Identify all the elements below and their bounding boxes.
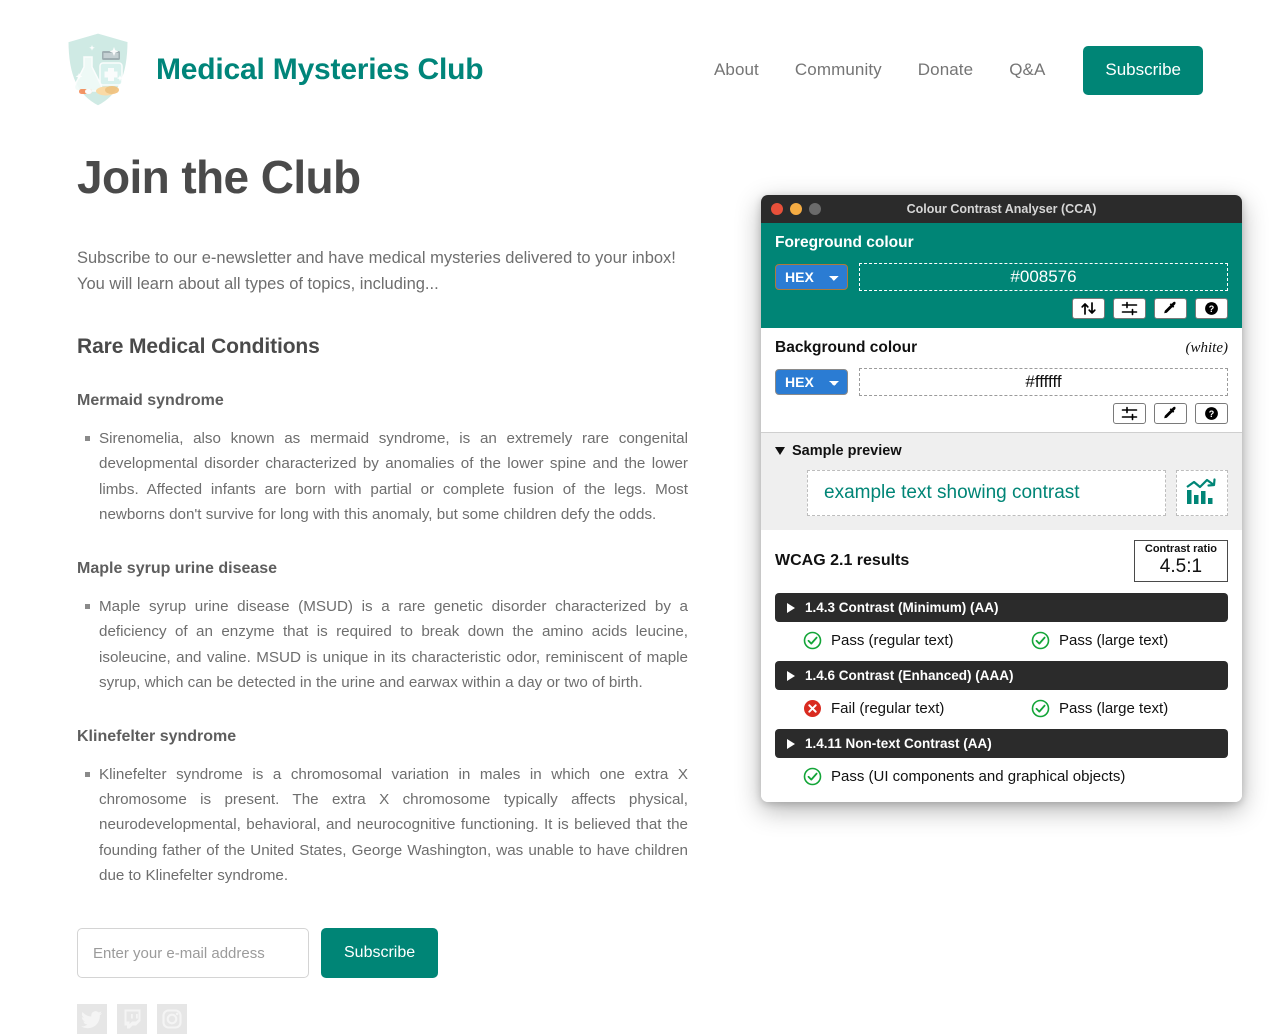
condition-title-klinefelter-syndrome: Klinefelter syndrome — [77, 728, 237, 745]
nav-link-community[interactable]: Community — [777, 60, 900, 80]
list-item: Maple syrup urine disease (MSUD) is a ra… — [85, 594, 688, 695]
social-links — [77, 1004, 688, 1034]
cca-titlebar[interactable]: Colour Contrast Analyser (CCA) — [761, 195, 1242, 223]
close-traffic-light-icon[interactable] — [771, 203, 783, 215]
svg-text:?: ? — [1209, 409, 1215, 419]
result-label: Pass (regular text) — [831, 632, 954, 650]
contrast-ratio-label: Contrast ratio — [1144, 543, 1217, 555]
brand[interactable]: Medical Mysteries Club — [62, 29, 696, 111]
nav-link-qa[interactable]: Q&A — [991, 60, 1063, 80]
result-label: Pass (UI components and graphical object… — [831, 768, 1126, 786]
sample-preview-toggle[interactable]: Sample preview — [775, 443, 1228, 459]
background-actions: ? — [775, 403, 1228, 424]
main-nav: About Community Donate Q&A Subscribe — [696, 45, 1203, 95]
newsletter-form: Subscribe — [77, 928, 688, 979]
maximize-traffic-light-icon[interactable] — [809, 203, 821, 215]
list-item: Klinefelter syndrome is a chromosomal va… — [85, 762, 688, 888]
intro-paragraph: Subscribe to our e-newsletter and have m… — [77, 249, 676, 293]
result-pass-regular-text: Pass (regular text) — [803, 631, 1031, 650]
foreground-colour-value[interactable]: #008576 — [859, 263, 1228, 291]
result-pass-large-text: Pass (large text) — [1031, 631, 1168, 650]
cca-window: Colour Contrast Analyser (CCA) Foregroun… — [761, 195, 1242, 803]
sample-text-preview: example text showing contrast — [807, 470, 1166, 516]
background-colour-value[interactable]: #ffffff — [859, 368, 1228, 396]
eyedropper-button[interactable] — [1154, 298, 1187, 319]
result-fail-regular-text: Fail (regular text) — [803, 699, 1031, 718]
sample-graphic-preview — [1176, 470, 1228, 516]
traffic-lights — [771, 203, 821, 215]
criterion-146-label: 1.4.6 Contrast (Enhanced) (AAA) — [805, 668, 1014, 684]
pass-check-icon — [1031, 699, 1050, 718]
contrast-ratio-box: Contrast ratio 4.5:1 — [1133, 540, 1228, 583]
email-field[interactable] — [77, 928, 309, 979]
bar-chart-decline-icon — [1185, 475, 1219, 512]
foreground-colour-panel: Foreground colour HEX #008576 ? — [761, 223, 1242, 327]
result-label: Pass (large text) — [1059, 700, 1169, 718]
criterion-143-header[interactable]: 1.4.3 Contrast (Minimum) (AA) — [775, 593, 1228, 623]
criterion-143-results: Pass (regular text) Pass (large text) — [775, 631, 1228, 650]
condition-title-maple-syrup-urine-disease: Maple syrup urine disease — [77, 560, 278, 578]
pass-check-icon — [1031, 631, 1050, 650]
result-pass-ui-components: Pass (UI components and graphical object… — [803, 767, 1125, 786]
chevron-right-icon — [787, 602, 795, 613]
twitch-icon[interactable] — [117, 1004, 147, 1034]
pass-check-icon — [803, 767, 822, 786]
nav-subscribe-button[interactable]: Subscribe — [1083, 45, 1203, 95]
swap-colours-button[interactable] — [1072, 298, 1105, 319]
medical-shield-logo-icon — [62, 29, 134, 111]
background-colour-panel: Background colour (white) HEX #ffffff ? — [761, 327, 1242, 432]
form-subscribe-button[interactable]: Subscribe — [321, 928, 439, 979]
result-label: Fail (regular text) — [831, 700, 945, 718]
condition-list-klinefelter-syndrome: Klinefelter syndrome is a chromosomal va… — [77, 762, 688, 888]
criterion-1411-results: Pass (UI components and graphical object… — [775, 767, 1228, 786]
result-label: Pass (large text) — [1059, 632, 1169, 650]
svg-text:?: ? — [1209, 304, 1215, 314]
eyedropper-button[interactable] — [1154, 403, 1187, 424]
background-label: Background colour — [775, 339, 918, 356]
instagram-icon[interactable] — [157, 1004, 187, 1034]
page-title: Join the Club — [77, 151, 361, 203]
site-header: Medical Mysteries Club About Community D… — [0, 0, 1275, 118]
chevron-down-icon — [775, 447, 785, 455]
fail-cross-icon — [803, 699, 822, 718]
colour-sliders-button[interactable] — [1113, 298, 1146, 319]
sample-preview-label: Sample preview — [792, 443, 902, 459]
background-format-select[interactable]: HEX — [775, 369, 848, 395]
list-item: Sirenomelia, also known as mermaid syndr… — [85, 426, 688, 527]
condition-list-maple-syrup-urine-disease: Maple syrup urine disease (MSUD) is a ra… — [77, 594, 688, 695]
help-button[interactable]: ? — [1195, 298, 1228, 319]
colour-sliders-button[interactable] — [1113, 403, 1146, 424]
criterion-146-results: Fail (regular text) Pass (large text) — [775, 699, 1228, 718]
minimize-traffic-light-icon[interactable] — [790, 203, 802, 215]
foreground-actions: ? — [775, 298, 1228, 319]
wcag-results-panel: WCAG 2.1 results Contrast ratio 4.5:1 1.… — [761, 530, 1242, 803]
result-pass-large-text: Pass (large text) — [1031, 699, 1168, 718]
cca-window-title: Colour Contrast Analyser (CCA) — [906, 202, 1097, 216]
condition-list-mermaid-syndrome: Sirenomelia, also known as mermaid syndr… — [77, 426, 688, 527]
wcag-results-title: WCAG 2.1 results — [775, 552, 910, 570]
chevron-right-icon — [787, 738, 795, 749]
sample-preview-panel: Sample preview example text showing cont… — [761, 432, 1242, 530]
criterion-1411-header[interactable]: 1.4.11 Non-text Contrast (AA) — [775, 729, 1228, 759]
foreground-format-select[interactable]: HEX — [775, 264, 848, 290]
criterion-143-label: 1.4.3 Contrast (Minimum) (AA) — [805, 600, 999, 616]
condition-title-mermaid-syndrome: Mermaid syndrome — [77, 392, 224, 410]
criterion-146-header[interactable]: 1.4.6 Contrast (Enhanced) (AAA) — [775, 661, 1228, 691]
nav-link-about[interactable]: About — [696, 60, 777, 80]
main-content: Join the Club Subscribe to our e-newslet… — [0, 150, 760, 1034]
criterion-1411-label: 1.4.11 Non-text Contrast (AA) — [805, 736, 992, 752]
background-colour-note: (white) — [1185, 340, 1229, 356]
nav-link-donate[interactable]: Donate — [900, 60, 991, 80]
brand-title: Medical Mysteries Club — [156, 53, 484, 86]
contrast-ratio-value: 4.5:1 — [1159, 556, 1203, 578]
help-button[interactable]: ? — [1195, 403, 1228, 424]
pass-check-icon — [803, 631, 822, 650]
twitter-icon[interactable] — [77, 1004, 107, 1034]
foreground-label: Foreground colour — [775, 234, 914, 251]
chevron-right-icon — [787, 670, 795, 681]
section-title: Rare Medical Conditions — [77, 335, 320, 359]
